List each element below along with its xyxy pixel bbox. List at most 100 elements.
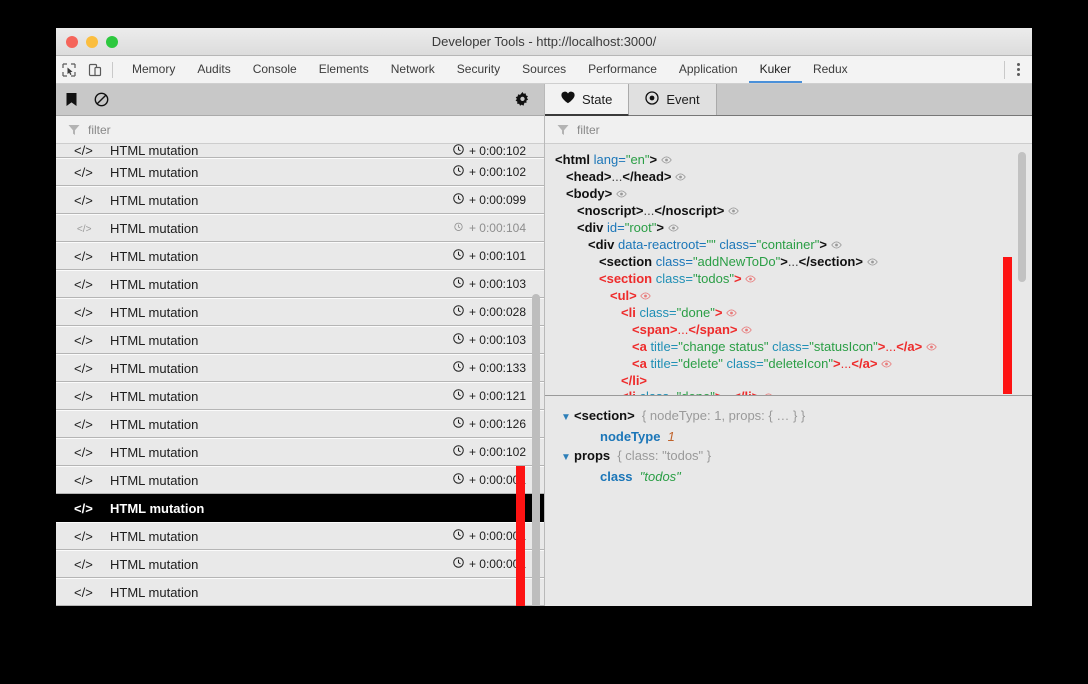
dom-token: </noscript> (654, 203, 725, 218)
event-row[interactable]: </> HTML mutation + 0:00:099 (56, 186, 544, 214)
tab-network[interactable]: Network (380, 56, 446, 83)
devtools-tabbar: Memory Audits Console Elements Network S… (56, 56, 1032, 84)
event-row[interactable]: </> HTML mutation + 0:00:102 (56, 144, 544, 158)
tab-performance[interactable]: Performance (577, 56, 668, 83)
event-row-label: HTML mutation (110, 164, 199, 180)
event-row-label: HTML mutation (110, 388, 199, 404)
event-row[interactable]: </> HTML mutation + 0:00:001 (56, 466, 544, 494)
dom-tree-line[interactable]: <a title="change status" class="statusIc… (555, 339, 1032, 356)
dom-tree-line[interactable]: <ul> (555, 288, 1032, 305)
detail-tree-row[interactable]: class "todos" (553, 467, 1032, 486)
tab-event[interactable]: Event (629, 84, 717, 115)
inspect-element-icon[interactable] (56, 56, 82, 83)
tab-security[interactable]: Security (446, 56, 511, 83)
dom-tree-line[interactable]: <li class="done"> (555, 305, 1032, 322)
event-row-time: + 0:00:126 (468, 417, 526, 431)
tab-memory[interactable]: Memory (121, 56, 186, 83)
eye-icon[interactable] (881, 359, 892, 371)
event-row[interactable]: </> HTML mutation + 0:00:104 (56, 214, 544, 242)
dom-token: "root" (624, 220, 657, 235)
detail-tree-row[interactable]: ▼ <section> { nodeType: 1, props: { … } } (553, 406, 1032, 427)
dom-tree-line[interactable]: <body> (555, 186, 1032, 203)
eye-icon[interactable] (675, 172, 686, 184)
dom-token: "delete" (678, 356, 723, 371)
event-row[interactable]: </> HTML mutation + 0:00:101 (56, 242, 544, 270)
node-detail-tree[interactable]: ▼ <section> { nodeType: 1, props: { … } }… (545, 396, 1032, 606)
event-row[interactable]: </> HTML mutation (56, 578, 544, 606)
tab-elements[interactable]: Elements (308, 56, 380, 83)
dom-token: > (656, 220, 664, 235)
eye-icon[interactable] (726, 308, 737, 320)
event-row[interactable]: </> HTML mutation + 0:00:103 (56, 326, 544, 354)
eye-icon[interactable] (728, 206, 739, 218)
eye-icon[interactable] (661, 155, 672, 167)
eye-icon[interactable] (745, 274, 756, 286)
dom-tree-line[interactable]: <noscript>...</noscript> (555, 203, 1032, 220)
event-row[interactable]: </> HTML mutation (56, 494, 544, 522)
dom-token: "change status" (678, 339, 769, 354)
detail-tree-row[interactable]: ▼ props { class: "todos" } (553, 446, 1032, 467)
detail-tree-row[interactable]: nodeType 1 (553, 427, 1032, 446)
events-filter-bar[interactable]: filter (56, 116, 544, 144)
disclosure-triangle-icon[interactable]: ▼ (561, 408, 574, 427)
dom-tree-line[interactable]: <html lang="en"> (555, 152, 1032, 169)
event-row[interactable]: </> HTML mutation + 0:00:103 (56, 270, 544, 298)
toggle-device-toolbar-icon[interactable] (82, 56, 108, 83)
dom-tree-line[interactable]: <div data-reactroot="" class="container"… (555, 237, 1032, 254)
event-row[interactable]: </> HTML mutation + 0:00:102 (56, 438, 544, 466)
dom-scrollbar[interactable] (1018, 152, 1026, 282)
events-list[interactable]: </> HTML mutation + 0:00:102 </> HTML mutati… (56, 144, 544, 606)
event-row-label: HTML mutation (110, 144, 199, 158)
tab-kuker[interactable]: Kuker (748, 56, 802, 83)
dom-token: ... (722, 389, 733, 395)
event-row[interactable]: </> HTML mutation + 0:00:001 (56, 522, 544, 550)
dom-token: > (649, 152, 658, 167)
event-row[interactable]: </> HTML mutation + 0:00:028 (56, 298, 544, 326)
events-change-marker (516, 466, 525, 606)
dom-tree-line[interactable]: <div id="root"> (555, 220, 1032, 237)
eye-icon[interactable] (741, 325, 752, 337)
events-filter-input[interactable]: filter (88, 123, 111, 137)
tab-redux[interactable]: Redux (802, 56, 859, 83)
state-filter-bar[interactable]: filter (545, 116, 1032, 144)
clock-icon (453, 473, 464, 487)
tab-application[interactable]: Application (668, 56, 749, 83)
event-row[interactable]: </> HTML mutation + 0:00:126 (56, 410, 544, 438)
tabstrip-filler (717, 84, 1032, 115)
eye-icon[interactable] (616, 189, 627, 201)
disclosure-triangle-icon[interactable]: ▼ (561, 448, 574, 467)
dom-tree-line[interactable]: <li class="done">...</li> (555, 389, 1032, 395)
state-filter-input[interactable]: filter (577, 123, 600, 137)
more-options-icon[interactable] (1017, 63, 1020, 76)
event-row[interactable]: </> HTML mutation + 0:00:121 (56, 382, 544, 410)
dom-tree-line[interactable]: <span>...</span> (555, 322, 1032, 339)
tab-console[interactable]: Console (242, 56, 308, 83)
eye-icon[interactable] (830, 240, 842, 252)
tab-state[interactable]: State (545, 84, 630, 116)
event-row[interactable]: </> HTML mutation + 0:00:102 (56, 158, 544, 186)
dom-token: class= (768, 339, 810, 354)
bookmark-icon[interactable] (56, 84, 86, 115)
eye-icon[interactable] (866, 257, 878, 269)
eye-icon[interactable] (926, 342, 937, 354)
eye-icon[interactable] (763, 392, 774, 395)
dom-tree-line[interactable]: <section class="todos"> (555, 271, 1032, 288)
eye-icon[interactable] (667, 223, 679, 235)
clear-icon[interactable] (86, 84, 116, 115)
events-scrollbar[interactable] (532, 294, 540, 606)
event-row[interactable]: </> HTML mutation + 0:00:133 (56, 354, 544, 382)
event-row[interactable]: </> HTML mutation + 0:00:001 (56, 550, 544, 578)
dom-token: "" (706, 237, 716, 252)
dom-tree-line[interactable]: <head>...</head> (555, 169, 1032, 186)
dom-token: <html (555, 152, 594, 167)
eye-icon[interactable] (640, 291, 652, 303)
gear-icon[interactable] (515, 92, 530, 107)
dom-tree-line[interactable]: </li> (555, 373, 1032, 389)
dom-tree-line[interactable]: <section class="addNewToDo">...</section… (555, 254, 1032, 271)
tab-audits[interactable]: Audits (186, 56, 241, 83)
tab-sources[interactable]: Sources (511, 56, 577, 83)
dom-tree-line[interactable]: <a title="delete" class="deleteIcon">...… (555, 356, 1032, 373)
dom-tree[interactable]: <html lang="en"> <head>...</head> <body>… (545, 144, 1032, 395)
event-row-timestamp: + 0:00:103 (453, 333, 544, 347)
event-row-time: + 0:00:104 (468, 221, 526, 235)
